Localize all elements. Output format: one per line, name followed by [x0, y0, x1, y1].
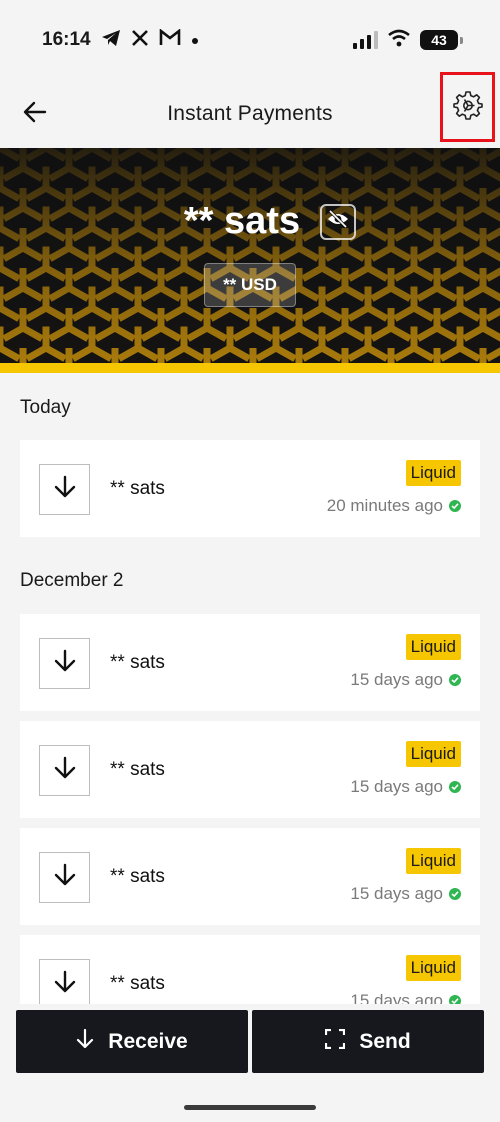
settings-button[interactable] — [440, 72, 495, 142]
transaction-row[interactable]: ** sats Liquid 15 days ago — [20, 721, 480, 818]
send-button[interactable]: Send — [252, 1010, 484, 1073]
status-left: 16:14 — [42, 28, 199, 52]
arrow-down-icon — [76, 1028, 94, 1055]
check-circle-icon — [449, 888, 461, 900]
receive-button-label: Receive — [108, 1029, 188, 1053]
arrow-left-icon — [23, 101, 47, 128]
check-circle-icon — [449, 500, 461, 512]
network-badge: Liquid — [405, 460, 461, 486]
balance-banner: ** sats ** USD — [0, 148, 500, 363]
arrow-down-icon — [54, 475, 76, 504]
signal-icon — [353, 31, 378, 49]
gear-icon — [452, 90, 483, 125]
receive-arrow-icon-box — [39, 852, 90, 903]
receive-arrow-icon-box — [39, 638, 90, 689]
check-circle-icon — [449, 674, 461, 686]
banner-accent-bar — [0, 363, 500, 373]
transaction-amount: ** sats — [110, 973, 165, 994]
hide-balance-toggle[interactable] — [320, 203, 357, 240]
balance-amount: ** sats — [183, 200, 301, 242]
receive-arrow-icon-box — [39, 959, 90, 1010]
back-button[interactable] — [20, 96, 50, 132]
transaction-amount: ** sats — [110, 652, 165, 673]
transaction-amount: ** sats — [110, 759, 165, 780]
transaction-time-text: 15 days ago — [350, 884, 443, 903]
transaction-row[interactable]: ** sats Liquid 20 minutes ago — [20, 440, 480, 537]
balance-row: ** sats — [0, 200, 500, 243]
page-title: Instant Payments — [167, 102, 333, 125]
transaction-time-text: 20 minutes ago — [326, 496, 443, 515]
arrow-down-icon — [54, 649, 76, 678]
network-badge: Liquid — [405, 955, 461, 981]
arrow-down-icon — [54, 756, 76, 785]
dot-icon — [191, 29, 199, 51]
banner-pattern — [0, 148, 500, 363]
transaction-row[interactable]: ** sats Liquid 15 days ago — [20, 828, 480, 925]
status-right: 43 — [353, 29, 463, 52]
transaction-time: 20 minutes ago — [327, 496, 461, 516]
transaction-time: 15 days ago — [350, 884, 461, 904]
status-time: 16:14 — [42, 29, 91, 50]
bottom-action-bar: Receive Send — [0, 1004, 500, 1122]
check-circle-icon — [449, 781, 461, 793]
wifi-icon — [388, 29, 410, 52]
receive-button[interactable]: Receive — [16, 1010, 248, 1073]
arrow-down-icon — [54, 970, 76, 999]
gmail-icon — [159, 28, 181, 51]
status-bar: 16:14 43 — [0, 0, 500, 80]
transaction-time-text: 15 days ago — [350, 777, 443, 796]
send-button-label: Send — [359, 1029, 411, 1053]
x-icon — [131, 29, 149, 52]
app-header: Instant Payments — [0, 72, 500, 148]
receive-arrow-icon-box — [39, 745, 90, 796]
transaction-amount: ** sats — [110, 866, 165, 887]
fiat-balance: ** USD — [204, 263, 296, 307]
transaction-time: 15 days ago — [350, 670, 461, 690]
scan-frame-icon — [325, 1028, 346, 1055]
network-badge: Liquid — [405, 848, 461, 874]
eye-off-icon — [327, 209, 349, 233]
transaction-time: 15 days ago — [350, 777, 461, 797]
section-label-december-2: December 2 — [20, 570, 124, 591]
arrow-down-icon — [54, 863, 76, 892]
network-badge: Liquid — [405, 741, 461, 767]
receive-arrow-icon-box — [39, 464, 90, 515]
battery-indicator: 43 — [420, 30, 463, 50]
transaction-time-text: 15 days ago — [350, 670, 443, 689]
section-label-today: Today — [20, 397, 71, 418]
home-indicator — [184, 1105, 316, 1110]
network-badge: Liquid — [405, 634, 461, 660]
transaction-row[interactable]: ** sats Liquid 15 days ago — [20, 614, 480, 711]
transaction-amount: ** sats — [110, 478, 165, 499]
telegram-icon — [101, 29, 121, 52]
